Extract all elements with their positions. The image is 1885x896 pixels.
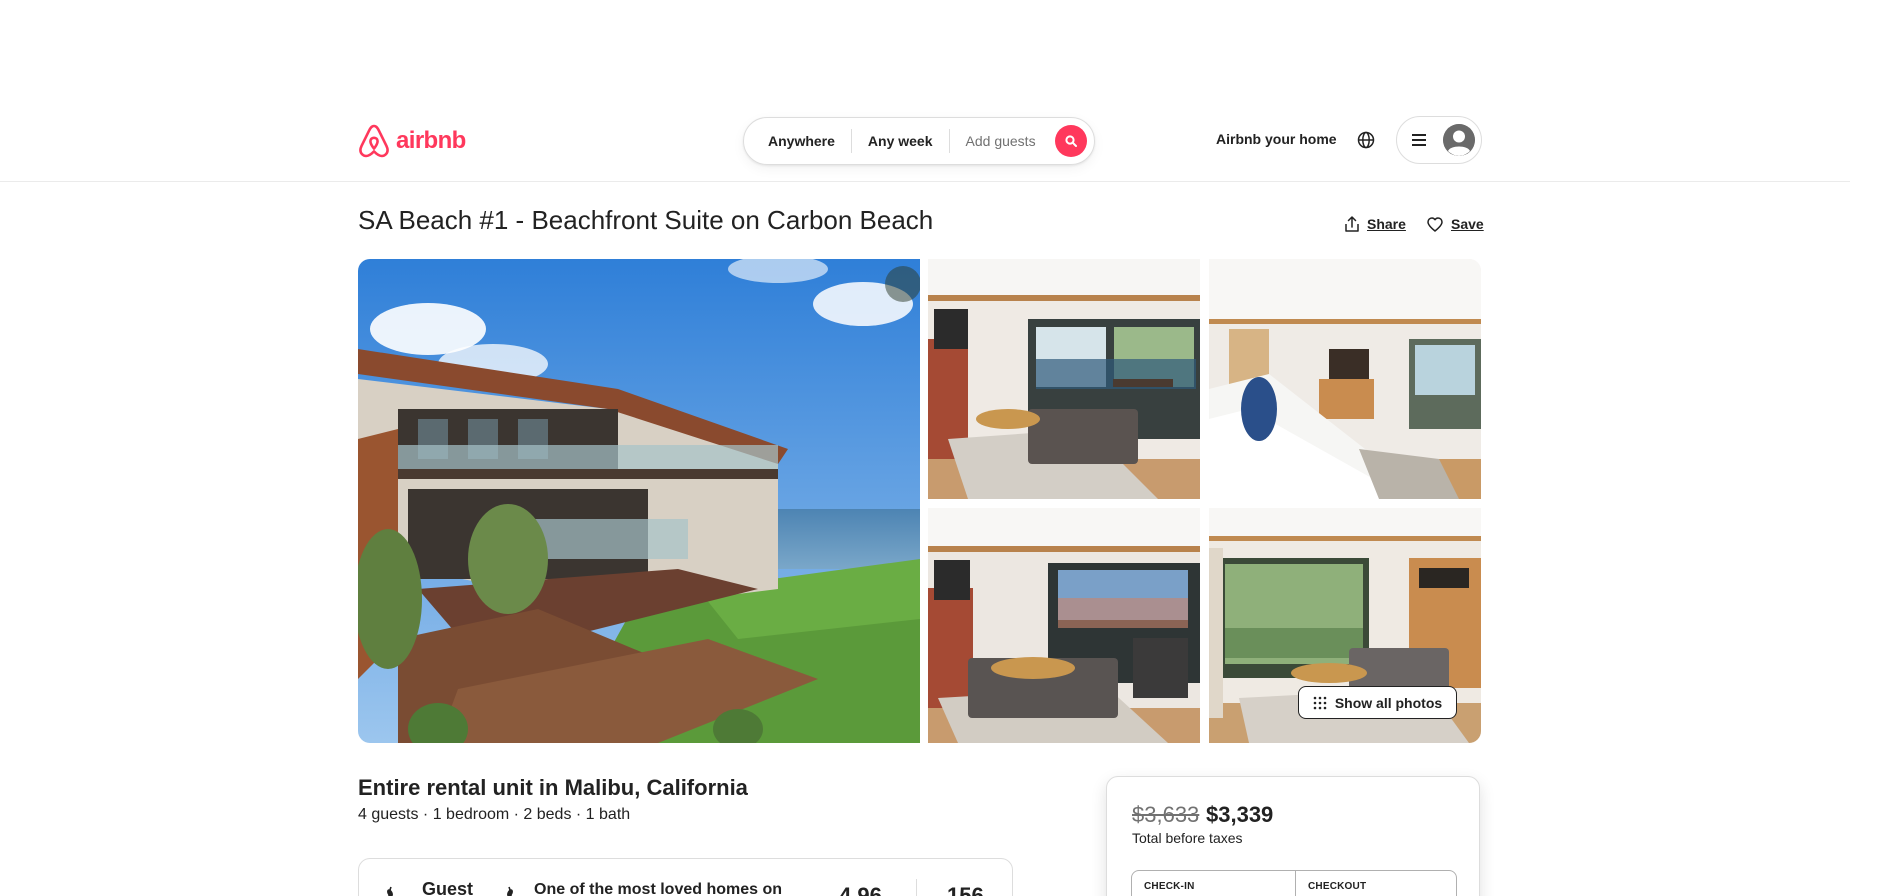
guest-favorite-card: Guest One of the most loved homes on 4.9… [358,858,1013,896]
search-guests[interactable]: Add guests [966,133,1036,149]
booking-card: $3,633 $3,339 Total before taxes CHECK-I… [1106,776,1480,896]
original-price: $3,633 [1132,802,1200,827]
search-dates[interactable]: Any week [868,133,933,149]
checkout-field[interactable]: CHECKOUT [1295,871,1458,896]
grid-dots-icon [1313,696,1327,709]
photo-living-room-2[interactable] [928,508,1200,743]
share-button[interactable]: Share [1345,216,1406,232]
rating-value: 4.96 [839,883,882,896]
checkout-label: CHECKOUT [1308,881,1367,892]
search-location[interactable]: Anywhere [768,133,835,149]
search-icon [1065,135,1077,147]
photo-bedroom[interactable] [1209,259,1481,499]
save-button[interactable]: Save [1427,216,1484,232]
airbnb-logo-icon [359,124,389,158]
airbnb-wordmark: airbnb [396,127,466,154]
listing-details: 4 guests · 1 bedroom · 2 beds · 1 bath [358,806,631,823]
listing-type-location: Entire rental unit in Malibu, California [358,775,748,800]
guest-favorite-text: One of the most loved homes on [534,881,783,896]
user-menu-button[interactable] [1396,116,1482,164]
review-count[interactable]: 156 [947,883,984,896]
date-picker[interactable]: CHECK-IN CHECKOUT [1131,870,1457,896]
airbnb-logo[interactable]: airbnb [358,124,466,158]
listing-title: SA Beach #1 - Beachfront Suite on Carbon… [358,205,934,235]
search-divider [948,129,950,153]
search-divider [850,129,852,153]
heart-icon [1427,216,1443,232]
header: airbnb Anywhere Any week Add guests Airb… [0,0,1850,182]
discounted-price: $3,339 [1206,802,1274,827]
user-avatar-icon [1443,124,1475,156]
globe-icon[interactable] [1357,131,1375,149]
show-all-photos-label: Show all photos [1334,694,1443,711]
save-label: Save [1451,216,1484,232]
hamburger-menu-icon [1412,134,1426,146]
photo-gallery [358,259,1481,743]
airbnb-your-home-link[interactable]: Airbnb your home [1216,131,1337,147]
checkin-field[interactable]: CHECK-IN [1132,871,1295,896]
search-button[interactable] [1055,125,1087,157]
photo-main-exterior[interactable] [358,259,920,743]
price-note: Total before taxes [1132,830,1243,846]
rating-divider [916,879,917,896]
search-bar[interactable]: Anywhere Any week Add guests [743,117,1095,165]
laurel-right-icon [507,886,513,896]
laurel-left-icon [387,886,393,896]
show-all-photos-button[interactable]: Show all photos [1298,686,1457,719]
share-icon [1345,216,1359,232]
checkin-label: CHECK-IN [1144,881,1195,892]
guest-favorite-label: Guest [422,879,474,896]
photo-living-room-1[interactable] [928,259,1200,499]
share-label: Share [1367,216,1406,232]
